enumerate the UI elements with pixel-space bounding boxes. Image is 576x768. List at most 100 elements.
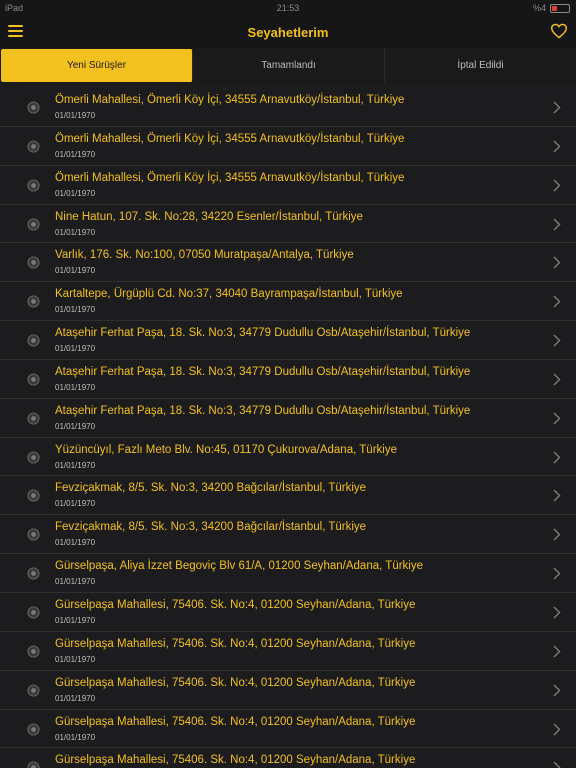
location-pin-icon [27,528,40,541]
chevron-right-icon [553,218,561,231]
trip-row[interactable]: Ömerli Mahallesi, Ömerli Köy İçi, 34555 … [0,126,576,166]
location-pin-icon [27,334,40,347]
chevron-right-icon [553,295,561,308]
chevron-right-icon [553,101,561,114]
trip-row[interactable]: Ataşehir Ferhat Paşa, 18. Sk. No:3, 3477… [0,321,576,360]
trip-date: 01/01/1970 [55,305,96,315]
trip-row[interactable]: Fevziçakmak, 8/5. Sk. No:3, 34200 Bağcıl… [0,476,576,516]
trip-date: 01/01/1970 [55,382,96,392]
trip-address: Gürselpaşa, Aliya İzzet Begoviç Blv 61/A… [55,560,423,573]
trip-address: Yüzüncüyıl, Fazlı Meto Blv. No:45, 01170… [55,443,397,456]
trip-row[interactable]: Kartaltepe, Ürgüplü Cd. No:37, 34040 Bay… [0,282,576,322]
trip-address: Nine Hatun, 107. Sk. No:28, 34220 Esenle… [55,210,363,223]
trip-address: Ömerli Mahallesi, Ömerli Köy İçi, 34555 … [55,94,405,106]
trip-date: 01/01/1970 [55,654,96,664]
trip-date: 01/01/1970 [55,421,96,431]
location-pin-icon [27,373,40,386]
trip-date: 01/01/1970 [55,693,96,703]
trip-address: Varlık, 176. Sk. No:100, 07050 Muratpaşa… [55,249,354,262]
trip-date: 01/01/1970 [55,460,96,470]
tab-completed[interactable]: Tamamlandı [193,48,385,83]
trip-date: 01/01/1970 [55,538,96,548]
trip-row[interactable]: Nine Hatun, 107. Sk. No:28, 34220 Esenle… [0,204,576,244]
status-bar: iPad 21:53 %4 [0,0,576,16]
chevron-right-icon [553,373,561,386]
tab-cancelled[interactable]: İptal Edildi [385,48,576,83]
heart-icon[interactable] [550,23,568,39]
chevron-right-icon [553,451,561,464]
trip-address: Ataşehir Ferhat Paşa, 18. Sk. No:3, 3477… [55,327,471,340]
chevron-right-icon [553,528,561,541]
trip-row[interactable]: Gürselpaşa Mahallesi, 75406. Sk. No:4, 0… [0,709,576,749]
location-pin-icon [27,567,40,580]
trip-row[interactable]: Gürselpaşa Mahallesi, 75406. Sk. No:4, 0… [0,631,576,671]
location-pin-icon [27,140,40,153]
location-pin-icon [27,295,40,308]
tab-new-rides[interactable]: Yeni Sürüşler [1,49,193,82]
trip-address: Gürselpaşa Mahallesi, 75406. Sk. No:4, 0… [55,715,416,728]
location-pin-icon [27,451,40,464]
trip-row[interactable]: Ömerli Mahallesi, Ömerli Köy İçi, 34555 … [0,165,576,205]
trip-address: Ömerli Mahallesi, Ömerli Köy İçi, 34555 … [55,171,405,184]
location-pin-icon [27,256,40,269]
chevron-right-icon [553,140,561,153]
chevron-right-icon [553,684,561,697]
trip-date: 01/01/1970 [55,227,96,237]
chevron-right-icon [553,645,561,658]
battery-percent: %4 [532,3,546,13]
chevron-right-icon [553,606,561,619]
trip-address: Ataşehir Ferhat Paşa, 18. Sk. No:3, 3477… [55,404,471,417]
trip-date: 01/01/1970 [55,615,96,625]
trip-date: 01/01/1970 [55,577,96,587]
location-pin-icon [27,412,40,425]
location-pin-icon [27,722,40,736]
chevron-right-icon [553,412,561,425]
trip-row[interactable]: Gürselpaşa Mahallesi, 75406. Sk. No:4, 0… [0,592,576,632]
trip-row[interactable]: Ataşehir Ferhat Paşa, 18. Sk. No:3, 3477… [0,398,576,438]
chevron-right-icon [553,722,561,736]
trip-date: 01/01/1970 [55,111,96,120]
status-right: %4 [533,3,570,13]
location-pin-icon [27,645,40,658]
trip-row[interactable]: Varlık, 176. Sk. No:100, 07050 Muratpaşa… [0,243,576,283]
trip-row[interactable]: Gürselpaşa Mahallesi, 75406. Sk. No:4, 0… [0,670,576,710]
location-pin-icon [27,101,40,114]
trip-address: Kartaltepe, Ürgüplü Cd. No:37, 34040 Bay… [55,288,403,301]
battery-icon [550,3,570,13]
chevron-right-icon [553,489,561,502]
trip-row[interactable]: Yüzüncüyıl, Fazlı Meto Blv. No:45, 01170… [0,437,576,477]
chevron-right-icon [553,256,561,269]
trip-address: Fevziçakmak, 8/5. Sk. No:3, 34200 Bağcıl… [55,521,367,534]
location-pin-icon [27,684,40,697]
chevron-right-icon [553,567,561,580]
trip-address: Gürselpaşa Mahallesi, 75406. Sk. No:4, 0… [55,598,416,611]
trip-address: Ataşehir Ferhat Paşa, 18. Sk. No:3, 3477… [55,365,471,378]
trip-date: 01/01/1970 [55,149,96,159]
trip-address: Gürselpaşa Mahallesi, 75406. Sk. No:4, 0… [55,676,416,689]
chevron-right-icon [553,179,561,192]
tab-bar: Yeni Sürüşler Tamamlandı İptal Edildi [0,48,576,83]
trip-row[interactable]: Gürselpaşa, Aliya İzzet Begoviç Blv 61/A… [0,554,576,593]
page-title: Seyahetlerim [247,25,329,40]
trip-list: Ömerli Mahallesi, Ömerli Köy İçi, 34555 … [0,88,576,768]
status-time: 21:53 [276,3,300,13]
chevron-right-icon [553,334,561,347]
trip-row[interactable]: Fevziçakmak, 8/5. Sk. No:3, 34200 Bağcıl… [0,515,576,555]
chevron-right-icon [553,761,561,768]
trip-date: 01/01/1970 [55,499,96,509]
trip-date: 01/01/1970 [55,266,96,276]
trip-address: Fevziçakmak, 8/5. Sk. No:3, 34200 Bağcıl… [55,482,367,495]
trip-date: 01/01/1970 [55,344,96,354]
trip-row[interactable]: Ataşehir Ferhat Paşa, 18. Sk. No:3, 3477… [0,359,576,399]
location-pin-icon [27,217,40,231]
location-pin-icon [27,179,40,192]
location-pin-icon [27,489,40,502]
trip-date: 01/01/1970 [55,732,96,742]
nav-bar: Seyahetlerim [0,16,576,48]
trip-address: Gürselpaşa Mahallesi, 75406. Sk. No:4, 0… [55,754,416,767]
trip-address: Gürselpaşa Mahallesi, 75406. Sk. No:4, 0… [55,637,416,650]
trip-row[interactable]: Gürselpaşa Mahallesi, 75406. Sk. No:4, 0… [0,748,576,768]
trip-date: 01/01/1970 [55,188,96,198]
trip-row[interactable]: Ömerli Mahallesi, Ömerli Köy İçi, 34555 … [0,88,576,127]
location-pin-icon [27,606,40,619]
